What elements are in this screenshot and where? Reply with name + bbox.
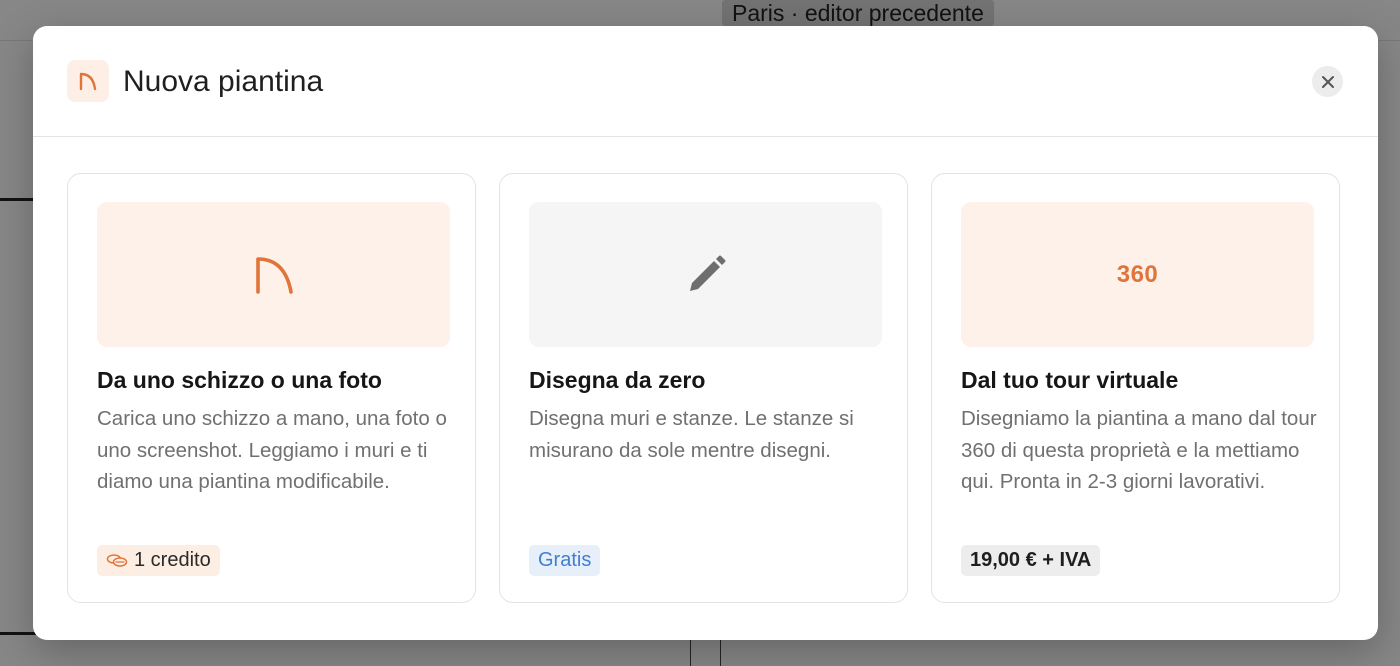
card-thumbnail [529,202,882,347]
coins-icon [106,553,128,569]
badge-label: Gratis [538,549,592,571]
new-floorplan-modal: Nuova piantina Da uno schizzo o una foto… [33,26,1378,640]
card-description: Disegniamo la piantina a mano dal tour 3… [961,407,1317,493]
option-card-tour[interactable]: 360 Dal tuo tour virtuale Disegniamo la … [931,173,1340,603]
arc-logo-icon [67,60,109,102]
card-title: Dal tuo tour virtuale [961,367,1179,393]
modal-header: Nuova piantina [33,26,1378,137]
close-button[interactable] [1312,66,1343,97]
pencil-icon [684,253,728,297]
card-thumbnail [97,202,450,347]
free-badge: Gratis [529,545,601,576]
option-card-draw[interactable]: Disegna da zero Disegna muri e stanze. L… [499,173,908,603]
card-description: Disegna muri e stanze. Le stanze si misu… [529,407,854,462]
badge-label: 19,00 € + IVA [970,549,1092,571]
card-description: Carica uno schizzo a mano, una foto o un… [97,407,447,493]
credit-badge: 1 credito [97,545,220,576]
option-card-sketch[interactable]: Da uno schizzo o una foto Carica uno sch… [67,173,476,603]
badge-label: 1 credito [134,549,211,571]
tour-360-label: 360 [1116,260,1159,288]
card-thumbnail: 360 [961,202,1314,347]
card-title: Disegna da zero [529,367,706,393]
close-icon [1321,75,1335,89]
modal-title: Nuova piantina [123,65,324,98]
card-title: Da uno schizzo o una foto [97,367,382,393]
price-badge: 19,00 € + IVA [961,545,1101,576]
arc-logo-icon [252,253,296,297]
